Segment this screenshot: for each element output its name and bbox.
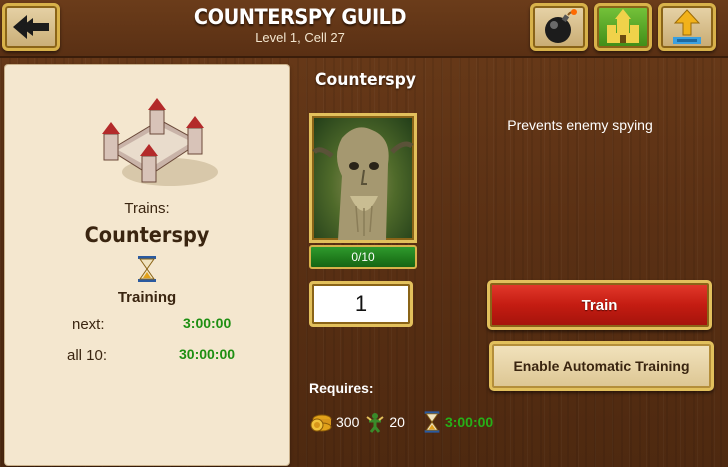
page-subtitle: Level 1, Cell 27 (255, 30, 345, 45)
train-button[interactable]: Train (487, 280, 712, 330)
unit-title: Counterspy (315, 70, 416, 90)
unit-description: Prevents enemy spying (507, 117, 653, 133)
back-arrow-icon (13, 15, 49, 39)
unit-count-progress: 0/10 (309, 245, 417, 269)
next-label: next: (72, 316, 105, 333)
hourglass-icon (424, 411, 440, 433)
all-label: all 10: (67, 347, 108, 364)
upgrade-arrow-icon (673, 9, 701, 44)
next-time-value: 3:00:00 (183, 315, 232, 331)
upgrade-button[interactable] (658, 3, 716, 51)
requires-label: Requires: (309, 380, 374, 396)
treant-portrait-image (312, 127, 414, 240)
bomb-icon (545, 9, 577, 43)
bomb-button[interactable] (530, 3, 588, 51)
trained-unit-name: Counterspy (84, 223, 210, 247)
time-cost: 3:00:00 (444, 414, 494, 430)
trains-label: Trains: (124, 200, 170, 217)
population-icon (366, 413, 384, 433)
building-info-panel: Trains: Counterspy Training next: 3:00:0… (5, 65, 289, 465)
all-time-value: 30:00:00 (179, 346, 236, 362)
requirements-row: 300 20 3:00:00 (309, 410, 493, 434)
page-title: COUNTERSPY GUILD (193, 5, 407, 29)
top-bar: COUNTERSPY GUILD Level 1, Cell 27 (0, 0, 728, 58)
population-cost: 20 (389, 414, 405, 430)
gold-cost: 300 (336, 414, 360, 430)
gold-coins-icon (310, 414, 332, 432)
enable-auto-training-button[interactable]: Enable Automatic Training (489, 341, 714, 391)
unit-portrait[interactable] (309, 113, 417, 243)
back-button[interactable] (2, 3, 60, 51)
hourglass-icon (138, 256, 156, 282)
training-status-label: Training (117, 289, 177, 306)
castle-button[interactable] (594, 3, 652, 51)
castle-icon (607, 9, 639, 43)
castle-building-icon (102, 98, 218, 186)
quantity-input[interactable]: 1 (309, 281, 413, 327)
